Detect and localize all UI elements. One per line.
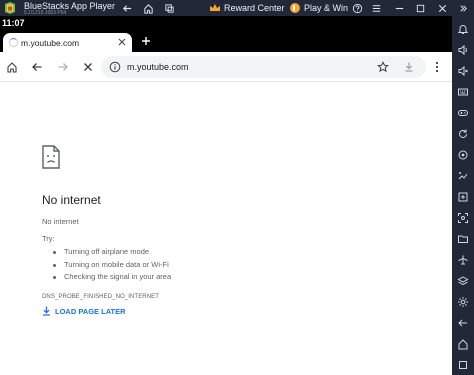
back-button-icon[interactable] xyxy=(29,59,45,75)
play-and-win-label: Play & Win xyxy=(304,3,349,13)
layers-icon[interactable] xyxy=(456,274,470,288)
home-nav-icon[interactable] xyxy=(456,337,470,351)
crown-icon xyxy=(210,4,220,11)
suggestion-item: Turning off airplane mode xyxy=(52,246,171,259)
sync-icon[interactable] xyxy=(456,190,470,204)
download-icon[interactable] xyxy=(403,61,415,73)
volume-icon[interactable] xyxy=(456,43,470,57)
play-and-win-button[interactable]: Play & Win xyxy=(290,2,348,14)
status-time: 11:07 xyxy=(2,18,25,28)
suggestion-item: Turning on mobile data or Wi-Fi xyxy=(52,259,171,272)
bluestacks-window: BlueStacks App Player 5.10.210.1003 P64 … xyxy=(0,0,474,375)
location-icon[interactable] xyxy=(456,148,470,162)
bell-icon[interactable] xyxy=(456,22,470,36)
bluestacks-titlebar: BlueStacks App Player 5.10.210.1003 P64 … xyxy=(0,0,474,16)
close-icon[interactable] xyxy=(435,1,449,15)
error-code: DNS_PROBE_FINISHED_NO_INTERNET xyxy=(42,294,160,300)
forward-button-icon[interactable] xyxy=(55,59,71,75)
volume-mute-icon[interactable] xyxy=(456,64,470,78)
gamepad-icon[interactable] xyxy=(456,106,470,120)
suggestion-item: Checking the signal in your area xyxy=(52,271,171,284)
reward-center-button[interactable]: Reward Center xyxy=(209,2,285,14)
minimize-icon[interactable] xyxy=(392,1,406,15)
error-title: No internet xyxy=(42,193,101,207)
bluestacks-sidebar xyxy=(452,16,474,375)
collapse-sidebar-icon[interactable] xyxy=(456,1,470,15)
macro-icon[interactable] xyxy=(456,169,470,183)
try-label: Try: xyxy=(42,234,55,243)
airplane-icon[interactable] xyxy=(456,253,470,267)
recents-icon[interactable] xyxy=(456,358,470,372)
android-screen: 11:07 m.youtube.com m.youtube.com No int… xyxy=(0,16,452,375)
site-info-icon[interactable] xyxy=(109,61,121,73)
loading-spinner-icon xyxy=(9,38,18,47)
reward-center-label: Reward Center xyxy=(224,3,285,13)
overflow-menu-icon[interactable] xyxy=(431,59,443,75)
rotate-icon[interactable] xyxy=(456,127,470,141)
back-arrow-icon[interactable] xyxy=(120,1,134,15)
stop-loading-icon[interactable] xyxy=(80,59,96,75)
back-icon[interactable] xyxy=(456,316,470,330)
load-page-later-label: LOAD PAGE LATER xyxy=(55,306,126,316)
bluestacks-logo xyxy=(5,2,15,14)
load-page-later-button[interactable]: LOAD PAGE LATER xyxy=(42,305,126,317)
chrome-tab-strip: m.youtube.com xyxy=(0,30,452,52)
multi-window-icon[interactable] xyxy=(162,1,176,15)
chrome-toolbar: m.youtube.com xyxy=(0,52,452,82)
error-subtitle: No internet xyxy=(42,217,79,226)
download-later-icon xyxy=(43,306,50,316)
new-tab-icon[interactable] xyxy=(139,33,153,49)
home-button-icon[interactable] xyxy=(4,59,20,75)
folder-icon[interactable] xyxy=(456,232,470,246)
suggestion-list: Turning off airplane mode Turning on mob… xyxy=(52,246,171,284)
url-text[interactable]: m.youtube.com xyxy=(127,62,189,72)
maximize-icon[interactable] xyxy=(413,1,427,15)
browser-tab[interactable]: m.youtube.com xyxy=(3,33,132,52)
hamburger-menu-icon[interactable] xyxy=(369,1,383,15)
screenshot-icon[interactable] xyxy=(456,211,470,225)
bookmark-star-icon[interactable] xyxy=(377,61,389,73)
keyboard-icon[interactable] xyxy=(456,85,470,99)
coin-icon xyxy=(290,3,300,13)
settings-icon[interactable] xyxy=(456,295,470,309)
error-page: No internet No internet Try: Turning off… xyxy=(0,83,452,375)
sad-page-icon xyxy=(42,145,60,169)
tab-title: m.youtube.com xyxy=(21,38,80,48)
address-bar[interactable]: m.youtube.com xyxy=(101,56,426,78)
tab-close-icon[interactable] xyxy=(116,36,128,48)
android-status-bar: 11:07 xyxy=(0,16,452,30)
help-icon[interactable] xyxy=(350,1,364,15)
home-icon[interactable] xyxy=(141,1,155,15)
